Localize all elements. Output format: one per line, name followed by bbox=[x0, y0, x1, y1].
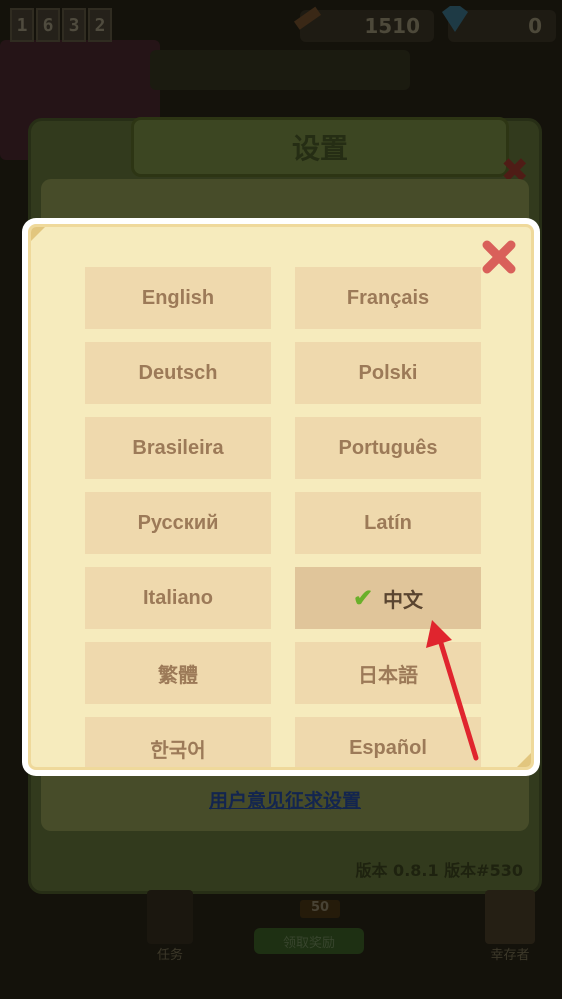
language-option-korean[interactable]: 한국어 bbox=[85, 717, 271, 767]
language-label: 한국어 bbox=[150, 739, 206, 762]
language-option-italian[interactable]: Italiano bbox=[85, 567, 271, 629]
language-label: 日本語 bbox=[358, 664, 418, 687]
language-option-portuguese[interactable]: Português bbox=[295, 417, 481, 479]
language-label: Français bbox=[346, 286, 430, 309]
language-label: Polski bbox=[358, 361, 418, 384]
language-option-japanese[interactable]: 日本語 bbox=[295, 642, 481, 704]
corner-decoration bbox=[517, 753, 531, 767]
language-option-chinese-traditional[interactable]: 繁體 bbox=[85, 642, 271, 704]
language-option-latin[interactable]: Latín bbox=[295, 492, 481, 554]
close-icon[interactable] bbox=[479, 237, 519, 277]
language-label: Italiano bbox=[142, 586, 213, 609]
language-option-brazilian[interactable]: Brasileira bbox=[85, 417, 271, 479]
language-modal: English Français Deutsch Polski Brasilei… bbox=[22, 218, 540, 776]
language-label: Brasileira bbox=[132, 436, 224, 459]
language-label: Português bbox=[338, 436, 438, 459]
language-label: Español bbox=[349, 736, 427, 759]
language-option-french[interactable]: Français bbox=[295, 267, 481, 329]
language-option-english[interactable]: English bbox=[85, 267, 271, 329]
checkmark-icon: ✔ bbox=[352, 584, 374, 612]
language-option-chinese-simplified[interactable]: ✔ 中文 bbox=[295, 567, 481, 629]
language-label: 中文 bbox=[383, 589, 424, 612]
language-label: English bbox=[141, 286, 215, 309]
language-option-spanish[interactable]: Español bbox=[295, 717, 481, 767]
language-option-polish[interactable]: Polski bbox=[295, 342, 481, 404]
language-option-german[interactable]: Deutsch bbox=[85, 342, 271, 404]
language-option-russian[interactable]: Русский bbox=[85, 492, 271, 554]
language-label: Deutsch bbox=[138, 361, 218, 384]
language-label: Latín bbox=[364, 511, 412, 534]
language-modal-content: English Français Deutsch Polski Brasilei… bbox=[28, 224, 534, 770]
language-label: 繁體 bbox=[158, 664, 198, 687]
language-label: Русский bbox=[137, 511, 219, 534]
corner-decoration bbox=[31, 227, 45, 241]
